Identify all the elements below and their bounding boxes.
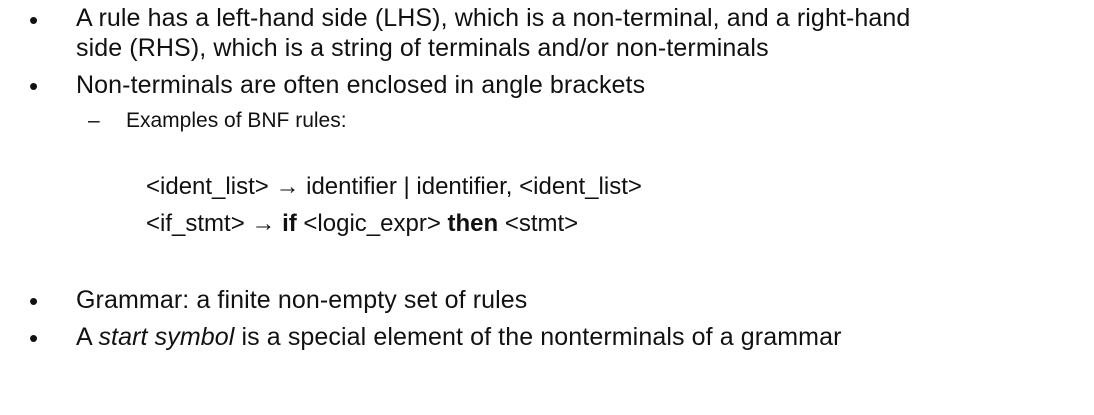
bnf-rule-if-stmt: <if_stmt> → if <logic_expr> then <stmt>	[146, 209, 578, 239]
bullet-text: Grammar: a finite non-empty set of rules	[76, 286, 528, 314]
rule-rhs: identifier | identifier, <ident_list>	[299, 173, 642, 200]
rule-keyword-then: then	[447, 210, 499, 237]
rule-middle: <logic_expr>	[296, 210, 448, 237]
rule-lhs: <ident_list>	[146, 173, 269, 200]
bullet-dot: •	[29, 323, 39, 353]
arrow-icon: →	[275, 173, 300, 200]
rule-keyword-if: if	[282, 210, 297, 237]
bullet-dot: •	[29, 286, 39, 316]
bullet-angle-brackets: • Non-terminals are often enclosed in an…	[0, 69, 1060, 103]
arrow-icon: →	[251, 210, 276, 237]
bnf-rule-ident-list: <ident_list> → identifier | identifier, …	[146, 172, 642, 202]
bullet-text: A start symbol is a special element of t…	[76, 322, 1060, 352]
rule-tail: <stmt>	[498, 210, 579, 237]
bullet-dot: •	[29, 5, 39, 35]
bullet-rule-definition: • A rule has a left-hand side (LHS), whi…	[0, 3, 1060, 65]
bullet-text-line-1: A rule has a left-hand side (LHS), which…	[76, 4, 911, 32]
rule-lhs: <if_stmt>	[146, 210, 245, 237]
bullet-dot: •	[29, 71, 39, 101]
slide: • A rule has a left-hand side (LHS), whi…	[0, 0, 1094, 415]
bullet-text: Non-terminals are often enclosed in angl…	[76, 71, 646, 99]
bullet-text-line-2: side (RHS), which is a string of termina…	[76, 34, 769, 62]
sub-bullet-dash: –	[88, 109, 100, 132]
bullet-grammar: • Grammar: a finite non-empty set of rul…	[0, 284, 1060, 318]
bullet-start-symbol: • A start symbol is a special element of…	[0, 321, 1060, 355]
sub-bullet-text: Examples of BNF rules:	[126, 109, 347, 132]
bullet-text-prefix: A	[76, 323, 99, 351]
bullet-text: A rule has a left-hand side (LHS), which…	[76, 3, 1060, 63]
bullet-text-suffix: is a special element of the nonterminals…	[234, 323, 842, 351]
bullet-text-emphasis: start symbol	[98, 323, 235, 351]
